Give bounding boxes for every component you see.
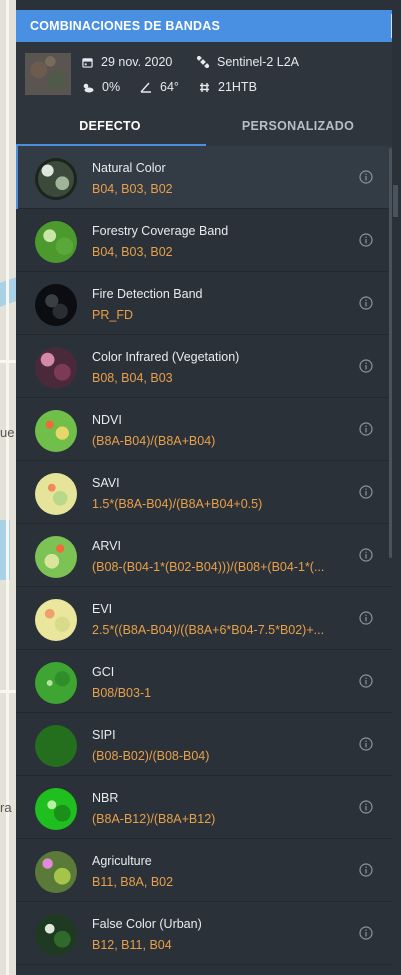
band-name: Forestry Coverage Band [92,224,229,238]
band-item[interactable]: Color Infrared (Vegetation) B08, B04, B03 [16,335,392,398]
calendar-icon [82,57,93,68]
band-name: SAVI [92,476,120,490]
info-icon[interactable] [359,737,373,751]
satellite-icon [197,56,209,68]
band-formula: B04, B03, B02 [92,245,173,259]
map-road [0,690,16,693]
band-preview-thumbnail [35,158,77,200]
map-edge-handle [393,185,398,217]
band-formula: (B08-(B04-1*(B02-B04)))/(B08+(B04-1*(... [92,560,325,574]
map-label: ra [0,800,12,815]
band-preview-thumbnail [35,788,77,830]
band-preview-thumbnail [35,221,77,263]
band-name: Color Infrared (Vegetation) [92,350,240,364]
info-icon[interactable] [359,674,373,688]
band-item[interactable]: Agriculture B11, B8A, B02 [16,839,392,902]
band-item[interactable]: SIPI (B08-B02)/(B08-B04) [16,713,392,776]
band-name: False Color (Urban) [92,917,202,931]
band-formula: B08/B03-1 [92,686,152,700]
band-preview-thumbnail [35,599,77,641]
panel-header: COMBINACIONES DE BANDAS [16,10,392,42]
band-item[interactable]: NDVI (B8A-B04)/(B8A+B04) [16,398,392,461]
selected-indicator [16,146,18,209]
info-icon[interactable] [359,170,373,184]
cloud-coverage: 0% [102,80,121,94]
band-item[interactable]: False Color (Urban) B12, B11, B04 [16,902,392,965]
info-icon[interactable] [359,422,373,436]
band-preview-thumbnail [35,473,77,515]
cloud-info: 0% [82,80,120,94]
band-item[interactable]: Fire Detection Band PR_FD [16,272,392,335]
info-icon[interactable] [359,548,373,562]
band-name: SIPI [92,728,116,742]
map-road [6,0,9,975]
hash-icon [200,82,209,92]
band-name: Fire Detection Band [92,287,203,301]
band-preview-thumbnail [35,662,77,704]
band-formula: B11, B8A, B02 [92,875,174,889]
band-formula: (B08-B02)/(B08-B04) [92,749,210,763]
band-name: EVI [92,602,113,616]
map-road [0,360,16,363]
info-icon[interactable] [359,233,373,247]
band-formula: (B8A-B04)/(B8A+B04) [92,434,216,448]
band-formula: PR_FD [92,308,133,322]
info-icon[interactable] [359,296,373,310]
band-list: Natural Color B04, B03, B02 Forestry Cover… [16,146,392,965]
info-icon[interactable] [359,863,373,877]
satellite-name: Sentinel-2 L2A [217,55,300,69]
band-name: NBR [92,791,119,805]
capture-date: 29 nov. 2020 [101,55,173,69]
info-icon[interactable] [359,611,373,625]
band-item[interactable]: NBR (B8A-B12)/(B8A+B12) [16,776,392,839]
band-name: NDVI [92,413,122,427]
band-formula: 1.5*(B8A-B04)/(B8A+B04+0.5) [92,497,263,511]
band-preview-thumbnail [35,347,77,389]
map-label: ue [0,425,15,440]
band-formula: B04, B03, B02 [92,182,173,196]
band-item[interactable]: SAVI 1.5*(B8A-B04)/(B8A+B04+0.5) [16,461,392,524]
info-icon[interactable] [359,359,373,373]
band-item[interactable]: Natural Color B04, B03, B02 [16,146,392,209]
info-icon[interactable] [359,485,373,499]
info-icon[interactable] [359,926,373,940]
band-preview-thumbnail [35,284,77,326]
band-item[interactable]: EVI 2.5*((B8A-B04)/((B8A+6*B04-7.5*B02)+.… [16,587,392,650]
panel-title: COMBINACIONES DE BANDAS [30,19,221,33]
map-edge [392,0,401,975]
band-preview-thumbnail [35,725,77,767]
info-icon[interactable] [359,800,373,814]
band-name: Agriculture [92,854,152,868]
band-name: Natural Color [92,161,166,175]
scene-thumbnail [25,53,71,95]
tile-id: 21HTB [218,80,257,94]
image-metadata: 29 nov. 2020 Sentinel-2 L2A 0% 64° 21HTB [16,42,392,106]
band-formula: B12, B11, B04 [92,938,172,952]
sun-angle: 64° [160,80,179,94]
satellite-info: Sentinel-2 L2A [197,55,299,69]
tab-custom[interactable]: PERSONALIZADO [204,106,392,146]
tile-info: 21HTB [199,80,257,94]
band-formula: 2.5*((B8A-B04)/((B8A+6*B04-7.5*B02)+... [92,623,325,637]
band-item[interactable]: GCI B08/B03-1 [16,650,392,713]
tab-bar: DEFECTO PERSONALIZADO [16,106,392,146]
band-formula: (B8A-B12)/(B8A+B12) [92,812,216,826]
band-preview-thumbnail [35,914,77,956]
band-name: GCI [92,665,115,679]
band-name: ARVI [92,539,121,553]
band-formula: B08, B04, B03 [92,371,173,385]
band-combinations-panel: COMBINACIONES DE BANDAS 29 nov. 2020 Sen… [16,0,392,975]
map-background[interactable]: ue ra [0,0,16,975]
band-item[interactable]: ARVI (B08-(B04-1*(B02-B04)))/(B08+(B04-1*… [16,524,392,587]
date-info: 29 nov. 2020 [82,55,172,69]
angle-icon [140,82,151,93]
band-preview-thumbnail [35,851,77,893]
band-preview-thumbnail [35,536,77,578]
band-item[interactable]: Forestry Coverage Band B04, B03, B02 [16,209,392,272]
tab-default[interactable]: DEFECTO [16,106,204,146]
angle-info: 64° [140,80,179,94]
band-preview-thumbnail [35,410,77,452]
cloud-sun-icon [83,83,94,92]
